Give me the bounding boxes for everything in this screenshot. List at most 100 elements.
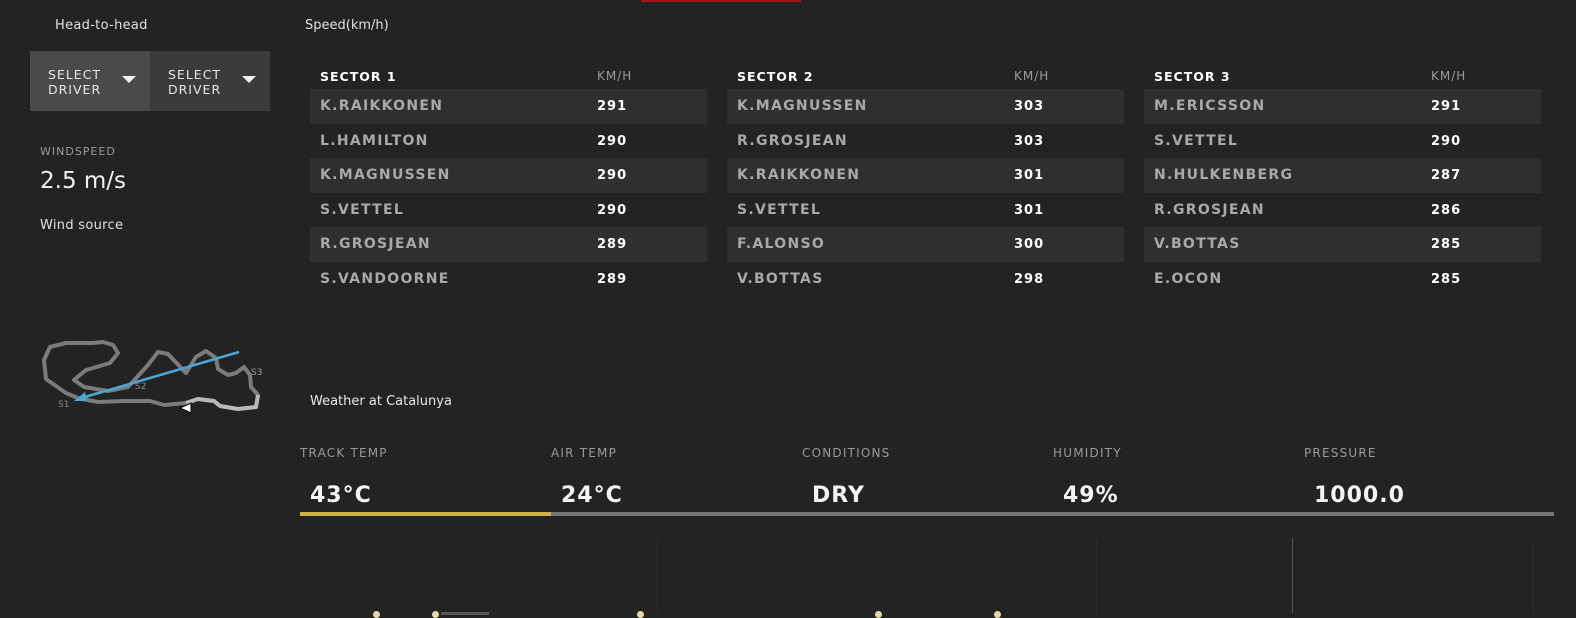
table-row: S.VANDOORNE 289 [310, 262, 707, 297]
driver-name: M.ERICSSON [1154, 98, 1266, 114]
select-driver-2-dropdown[interactable]: SELECT DRIVER [150, 51, 270, 111]
speed-value: 289 [597, 271, 628, 287]
driver-name: V.BOTTAS [737, 270, 824, 287]
pressure-value: 1000.0 [1314, 483, 1405, 508]
speed-value: 286 [1431, 202, 1462, 218]
chevron-down-icon [122, 76, 136, 83]
driver-name: S.VETTEL [320, 201, 405, 218]
head-to-head-label: Head-to-head [55, 18, 148, 33]
driver-name: K.RAIKKONEN [320, 98, 444, 114]
sector-header: SECTOR 2 KM/H [727, 67, 1124, 89]
track-sector-label-s1: S1 [58, 400, 69, 410]
speed-section-title: Speed(km/h) [305, 18, 389, 33]
track-sector-label-s2: S2 [135, 382, 146, 392]
table-row: V.BOTTAS 285 [1144, 227, 1541, 262]
table-row: S.VETTEL 301 [727, 193, 1124, 228]
table-row: R.GROSJEAN 286 [1144, 193, 1541, 228]
driver-name: K.MAGNUSSEN [737, 98, 868, 114]
driver-name: S.VANDOORNE [320, 270, 450, 287]
table-row: N.HULKENBERG 287 [1144, 158, 1541, 193]
table-row: K.RAIKKONEN 291 [310, 89, 707, 124]
weather-section-title: Weather at Catalunya [310, 394, 452, 409]
unit-header: KM/H [1431, 69, 1467, 83]
sector-header: SECTOR 3 KM/H [1144, 67, 1541, 89]
speed-value: 300 [1014, 237, 1045, 252]
track-map: S1 S2 S3 [42, 340, 262, 414]
top-accent-bar [641, 0, 801, 2]
speed-value: 301 [1014, 202, 1045, 218]
track-temp-active-bar[interactable] [300, 512, 551, 516]
speed-value: 303 [1014, 99, 1045, 114]
speed-value: 287 [1431, 168, 1462, 183]
unit-header: KM/H [1014, 69, 1050, 83]
select-driver-1-label: SELECT DRIVER [48, 67, 102, 97]
air-temp-label: AIR TEMP [551, 446, 618, 460]
sector-title: SECTOR 2 [737, 69, 814, 84]
table-row: F.ALONSO 300 [727, 227, 1124, 262]
windspeed-label: WINDSPEED [40, 145, 116, 158]
speed-value: 301 [1014, 168, 1045, 183]
table-row: R.GROSJEAN 289 [310, 227, 707, 262]
table-row: K.MAGNUSSEN 303 [727, 89, 1124, 124]
track-sector-label-s3: S3 [251, 368, 262, 378]
table-row: S.VETTEL 290 [1144, 124, 1541, 159]
unit-header: KM/H [597, 69, 633, 83]
track-temp-label: TRACK TEMP [300, 446, 388, 460]
speed-value: 303 [1014, 133, 1045, 149]
wind-source-label: Wind source [40, 218, 124, 233]
driver-name: K.MAGNUSSEN [320, 167, 451, 183]
chevron-down-icon [242, 76, 256, 83]
table-row: V.BOTTAS 298 [727, 262, 1124, 297]
driver-name: L.HAMILTON [320, 132, 429, 149]
sector-title: SECTOR 3 [1154, 69, 1231, 84]
speed-value: 289 [597, 237, 628, 252]
speed-value: 291 [597, 99, 628, 114]
speed-value: 285 [1431, 271, 1462, 287]
table-row: L.HAMILTON 290 [310, 124, 707, 159]
select-driver-1-dropdown[interactable]: SELECT DRIVER [30, 51, 150, 111]
driver-name: F.ALONSO [737, 236, 826, 252]
sector-2-table: SECTOR 2 KM/H K.MAGNUSSEN 303 R.GROSJEAN 3… [727, 67, 1124, 296]
speed-value: 290 [597, 202, 628, 218]
track-temp-value: 43°C [310, 483, 372, 508]
conditions-label: CONDITIONS [802, 446, 891, 460]
humidity-label: HUMIDITY [1053, 446, 1122, 460]
wind-direction-arrow [77, 350, 240, 401]
speed-value: 290 [597, 133, 628, 149]
chart-gridline [657, 540, 658, 615]
chart-gridline [1292, 538, 1293, 613]
driver-name: N.HULKENBERG [1154, 167, 1294, 183]
sector-1-table: SECTOR 1 KM/H K.RAIKKONEN 291 L.HAMILTON 2… [310, 67, 707, 296]
speed-value: 290 [597, 168, 628, 183]
table-row: K.RAIKKONEN 301 [727, 158, 1124, 193]
table-row: S.VETTEL 290 [310, 193, 707, 228]
track-outline [42, 340, 260, 411]
track-sector3-segment [185, 394, 260, 411]
speed-value: 291 [1431, 99, 1462, 114]
driver-name: R.GROSJEAN [320, 236, 431, 252]
chart-gridline [1096, 540, 1097, 615]
conditions-value: DRY [812, 483, 865, 508]
pressure-label: PRESSURE [1304, 446, 1377, 460]
driver-name: S.VETTEL [1154, 132, 1239, 149]
table-row: K.MAGNUSSEN 290 [310, 158, 707, 193]
weather-tab-bar [551, 512, 1554, 516]
driver-name: R.GROSJEAN [737, 132, 848, 149]
windspeed-value: 2.5 m/s [40, 168, 127, 194]
speed-value: 298 [1014, 271, 1045, 287]
driver-name: K.RAIKKONEN [737, 167, 861, 183]
table-row: M.ERICSSON 291 [1144, 89, 1541, 124]
sector-title: SECTOR 1 [320, 69, 397, 84]
chart-gridline [1533, 540, 1534, 615]
driver-name: S.VETTEL [737, 201, 822, 218]
select-driver-2-label: SELECT DRIVER [168, 67, 222, 97]
speed-value: 290 [1431, 133, 1462, 149]
driver-name: R.GROSJEAN [1154, 201, 1265, 218]
humidity-value: 49% [1063, 483, 1119, 508]
sector-header: SECTOR 1 KM/H [310, 67, 707, 89]
sector-3-table: SECTOR 3 KM/H M.ERICSSON 291 S.VETTEL 290 … [1144, 67, 1541, 296]
driver-name: E.OCON [1154, 270, 1223, 287]
table-row: R.GROSJEAN 303 [727, 124, 1124, 159]
speed-value: 285 [1431, 237, 1462, 252]
air-temp-value: 24°C [561, 483, 623, 508]
